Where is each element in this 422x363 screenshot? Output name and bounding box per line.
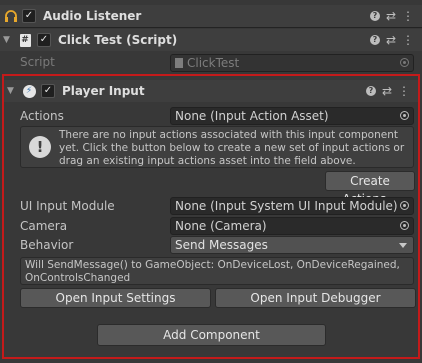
click-test-title: Click Test (Script) (58, 33, 178, 47)
object-picker-icon (400, 58, 409, 67)
preset-icon[interactable]: ⇄ (386, 33, 396, 47)
preset-icon[interactable]: ⇄ (382, 84, 392, 98)
script-field: ClickTest (170, 54, 414, 72)
open-input-settings-button[interactable]: Open Input Settings (20, 288, 211, 308)
ui-input-module-label: UI Input Module (20, 199, 115, 213)
create-actions-button[interactable]: Create Actions... (325, 171, 415, 206)
player-input-icon: ⚡ (21, 83, 37, 99)
help-icon[interactable]: ? (365, 86, 376, 96)
foldout-arrow-icon[interactable]: ▼ (0, 35, 17, 45)
context-menu-icon[interactable]: ⋮ (402, 9, 414, 23)
preset-icon[interactable]: ⇄ (386, 9, 396, 23)
chevron-down-icon (399, 243, 407, 248)
help-text: There are no input actions associated wi… (59, 129, 405, 167)
object-picker-icon[interactable] (400, 201, 409, 210)
open-input-debugger-button[interactable]: Open Input Debugger (215, 288, 416, 308)
add-component-button[interactable]: Add Component (97, 324, 326, 346)
info-icon: ! (29, 136, 51, 158)
audio-listener-header[interactable]: ✓ Audio Listener ? ⇄ ⋮ (0, 5, 422, 27)
ui-input-module-field[interactable]: None (Input System UI Input Module) (170, 197, 414, 215)
object-picker-icon[interactable] (400, 111, 409, 120)
player-input-header[interactable]: ▼ ⚡ ✓ Player Input ? ⇄ ⋮ (4, 80, 418, 102)
separator (0, 27, 422, 28)
audio-listener-enabled-checkbox[interactable]: ✓ (22, 9, 36, 23)
player-input-title: Player Input (62, 84, 145, 98)
audio-listener-title: Audio Listener (43, 9, 142, 23)
camera-field[interactable]: None (Camera) (170, 217, 414, 235)
behavior-dropdown[interactable]: Send Messages (170, 236, 414, 254)
click-test-header[interactable]: ▼ # ✓ Click Test (Script) ? ⇄ ⋮ (0, 29, 422, 51)
help-icon[interactable]: ? (369, 35, 380, 45)
player-input-enabled-checkbox[interactable]: ✓ (41, 84, 55, 98)
help-icon[interactable]: ? (369, 11, 380, 21)
script-label: Script (20, 55, 55, 69)
click-test-enabled-checkbox[interactable]: ✓ (37, 33, 51, 47)
send-message-infobox: Will SendMessage() to GameObject: OnDevi… (20, 257, 414, 285)
send-message-text: Will SendMessage() to GameObject: OnDevi… (25, 259, 400, 284)
foldout-arrow-icon[interactable]: ▼ (4, 86, 21, 96)
headphones-icon (0, 9, 22, 23)
no-actions-helpbox: ! There are no input actions associated … (20, 126, 414, 168)
object-picker-icon[interactable] (400, 221, 409, 230)
script-icon: # (19, 33, 31, 47)
actions-field[interactable]: None (Input Action Asset) (170, 107, 414, 125)
context-menu-icon[interactable]: ⋮ (398, 84, 410, 98)
behavior-label: Behavior (20, 238, 74, 252)
actions-label: Actions (20, 109, 64, 123)
script-file-icon (175, 58, 183, 68)
camera-label: Camera (20, 219, 68, 233)
context-menu-icon[interactable]: ⋮ (402, 33, 414, 47)
